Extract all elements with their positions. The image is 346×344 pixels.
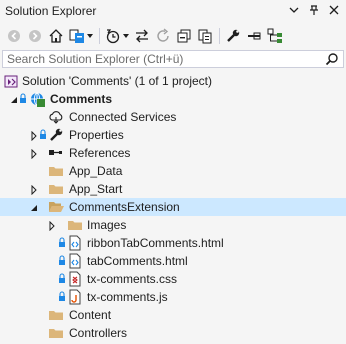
tree-item-label: App_Data [69, 164, 123, 178]
web-project-icon [29, 91, 45, 107]
js-file-icon [67, 289, 83, 305]
folder-icon [48, 163, 64, 179]
tree-item-references[interactable]: References [0, 144, 346, 162]
references-icon [48, 145, 64, 161]
collapsed-arrow-icon[interactable] [29, 184, 39, 196]
class-view-icon[interactable] [265, 26, 285, 46]
refresh-icon[interactable] [153, 26, 173, 46]
tree-item-label: tx-comments.js [87, 290, 168, 304]
tree-item-ribbon-tab-comments-html[interactable]: ribbonTabComments.html [0, 234, 346, 252]
tree-item-label: Comments [50, 92, 113, 106]
pending-changes-filter-icon[interactable] [103, 26, 123, 46]
pending-changes-dropdown-icon[interactable] [122, 26, 130, 46]
collapsed-arrow-icon[interactable] [29, 130, 39, 142]
sync-with-active-document-icon[interactable] [132, 26, 152, 46]
close-icon[interactable] [326, 2, 342, 18]
pin-icon[interactable] [306, 2, 322, 18]
connected-services-icon [48, 109, 64, 125]
tree-item-label: Connected Services [69, 110, 177, 124]
search-input[interactable] [5, 51, 319, 67]
tree-item-label: CommentsExtension [69, 200, 180, 214]
folder-icon [48, 325, 64, 341]
properties-wrench-icon[interactable] [223, 26, 243, 46]
tree-item-tx-comments-css[interactable]: tx-comments.css [0, 270, 346, 288]
window-title: Solution Explorer [5, 4, 97, 18]
toolbar [0, 22, 346, 49]
folder-icon [67, 217, 83, 233]
preview-selected-items-icon[interactable] [244, 26, 264, 46]
tree-item-label: ribbonTabComments.html [87, 236, 224, 250]
title-bar: Solution Explorer [0, 0, 346, 22]
tree-item-connected-services[interactable]: Connected Services [0, 108, 346, 126]
collapsed-arrow-icon[interactable] [47, 220, 57, 232]
tree-item-content[interactable]: Content [0, 306, 346, 324]
toolbar-separator [219, 27, 220, 44]
tree-item-solution[interactable]: Solution 'Comments' (1 of 1 project) [0, 72, 346, 90]
search-icon[interactable] [325, 52, 339, 66]
show-all-files-icon[interactable] [195, 26, 215, 46]
wrench-icon [48, 127, 64, 143]
tree-item-project[interactable]: Comments [0, 90, 346, 108]
home-icon[interactable] [46, 26, 66, 46]
folder-open-icon [48, 199, 64, 215]
tree-item-label: Controllers [69, 326, 128, 340]
tree-item-app-data[interactable]: App_Data [0, 162, 346, 180]
expanded-arrow-icon[interactable] [9, 94, 19, 104]
forward-icon[interactable] [25, 26, 45, 46]
tree-item-controllers[interactable]: Controllers [0, 324, 346, 342]
folder-icon [48, 307, 64, 323]
tree-item-label: Properties [69, 128, 124, 142]
folder-icon [48, 181, 64, 197]
solution-icon [3, 73, 19, 89]
tree-item-label: References [69, 146, 131, 160]
html-file-icon [67, 253, 83, 269]
search-box[interactable] [2, 50, 344, 68]
tree-item-label: tx-comments.css [87, 272, 178, 286]
collapse-all-icon[interactable] [174, 26, 194, 46]
html-file-icon [67, 235, 83, 251]
window-options-chevron-icon[interactable] [286, 2, 302, 18]
expanded-arrow-icon[interactable] [29, 202, 39, 212]
switch-views-icon[interactable] [67, 26, 87, 46]
tree-item-tab-comments-html[interactable]: tabComments.html [0, 252, 346, 270]
tree-item-label: Solution 'Comments' (1 of 1 project) [22, 74, 212, 88]
toolbar-separator [99, 27, 100, 44]
tree-item-images[interactable]: Images [0, 216, 346, 234]
tree-item-app-start[interactable]: App_Start [0, 180, 346, 198]
css-file-icon [67, 271, 83, 287]
back-icon[interactable] [4, 26, 24, 46]
switch-views-dropdown-icon[interactable] [86, 26, 94, 46]
tree-item-label: Content [69, 308, 112, 322]
tree-item-properties[interactable]: Properties [0, 126, 346, 144]
tree-item-label: Images [87, 218, 127, 232]
tree-item-comments-extension[interactable]: CommentsExtension [0, 198, 346, 216]
tree-item-label: tabComments.html [87, 254, 188, 268]
tree-item-label: App_Start [69, 182, 123, 196]
collapsed-arrow-icon[interactable] [29, 148, 39, 160]
tree-item-tx-comments-js[interactable]: tx-comments.js [0, 288, 346, 306]
